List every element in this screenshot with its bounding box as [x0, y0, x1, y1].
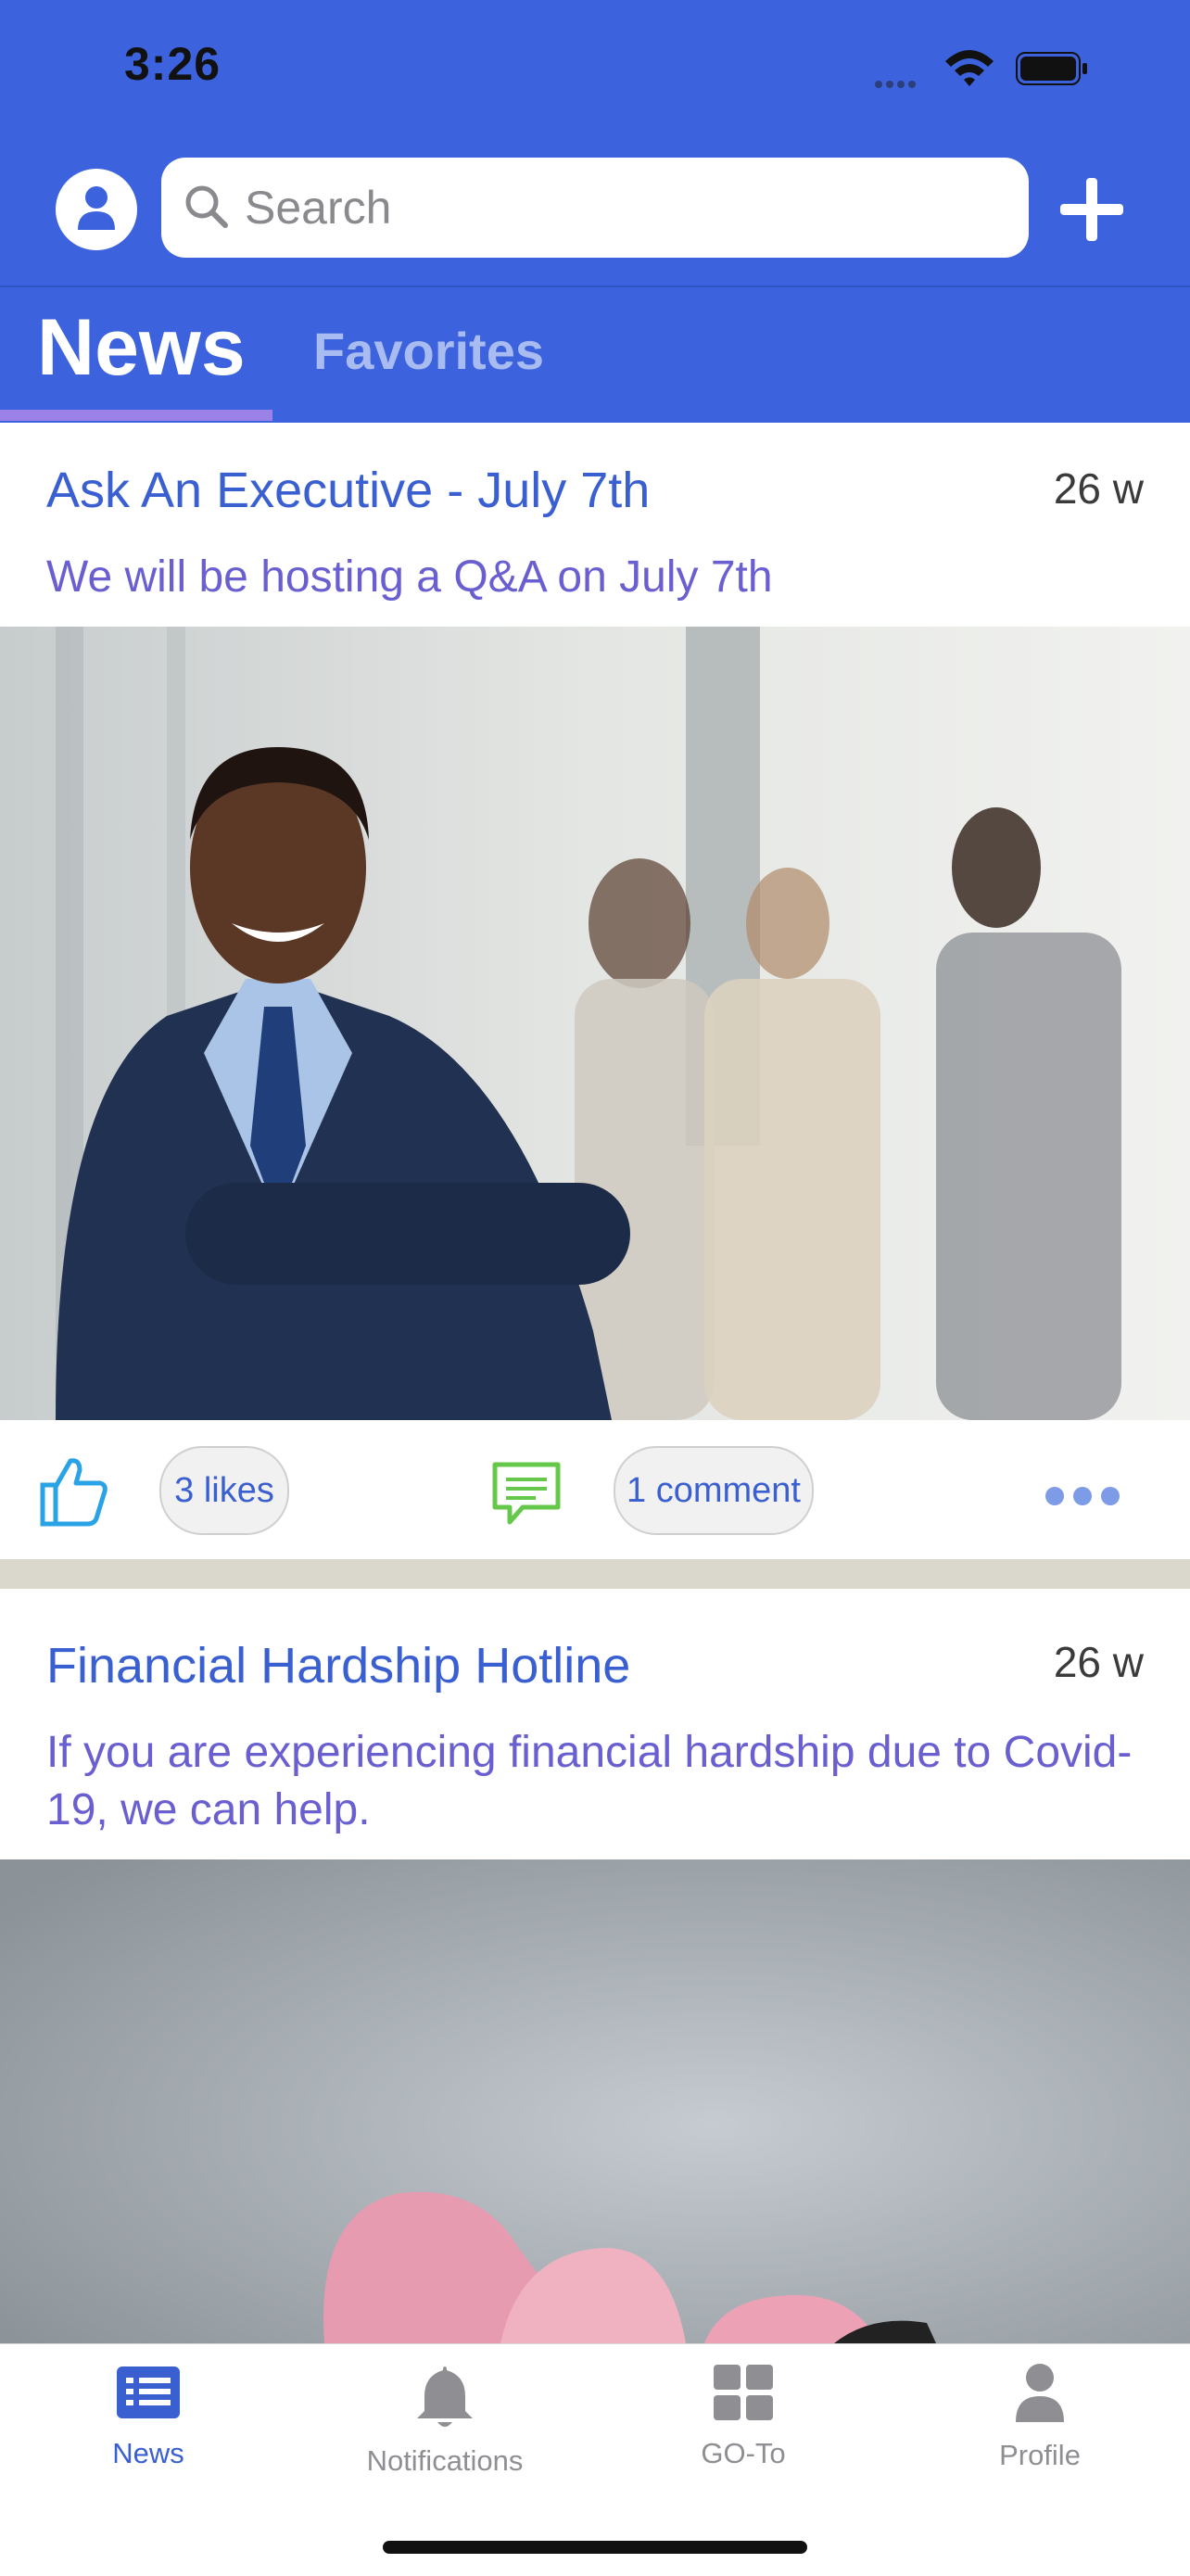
battery-icon	[1016, 52, 1087, 85]
header-divider	[0, 286, 1190, 287]
post-age: 26 w	[1053, 1638, 1144, 1686]
home-indicator	[383, 2541, 807, 2554]
nav-goto[interactable]: GO-To	[595, 2363, 892, 2470]
nav-profile[interactable]: Profile	[892, 2363, 1188, 2472]
nav-profile-label: Profile	[999, 2439, 1081, 2471]
post-title[interactable]: Ask An Executive - July 7th	[46, 462, 650, 519]
piggy-bank-photo	[0, 1859, 1190, 2343]
nav-notifications[interactable]: Notifications	[297, 2363, 593, 2478]
news-icon	[117, 2367, 180, 2418]
post-actions: 3 likes 1 comment	[0, 1420, 1190, 1559]
cellular-signal-icon	[875, 76, 919, 93]
likes-count-button[interactable]: 3 likes	[159, 1446, 289, 1535]
thumbs-up-icon[interactable]	[37, 1453, 109, 1528]
post-image[interactable]	[0, 1859, 1190, 2343]
post-age: 26 w	[1053, 464, 1144, 513]
person-icon	[1016, 2364, 1064, 2422]
bell-icon	[417, 2367, 473, 2427]
search-bar[interactable]	[161, 158, 1029, 258]
status-time: 3:26	[124, 38, 222, 90]
nav-news[interactable]: News	[0, 2363, 297, 2470]
post-image[interactable]	[0, 627, 1190, 1420]
nav-notifications-label: Notifications	[366, 2444, 524, 2477]
nav-news-label: News	[112, 2437, 184, 2469]
active-tab-indicator	[0, 410, 272, 421]
grid-icon	[714, 2365, 773, 2420]
post-title[interactable]: Financial Hardship Hotline	[46, 1637, 630, 1694]
executive-photo	[0, 627, 1190, 1420]
nav-goto-label: GO-To	[701, 2437, 786, 2469]
wifi-icon	[945, 50, 994, 86]
account-avatar-button[interactable]	[56, 169, 137, 250]
comments-count-button[interactable]: 1 comment	[614, 1446, 814, 1535]
add-post-button[interactable]	[1057, 174, 1127, 245]
person-icon	[78, 186, 115, 230]
search-icon	[185, 185, 228, 228]
status-indicators	[875, 41, 1190, 96]
search-input[interactable]	[243, 174, 1006, 241]
bottom-tab-bar: News Notifications GO-To Profile	[0, 2343, 1190, 2576]
top-header: 3:26 News Favorites	[0, 0, 1190, 423]
tab-favorites[interactable]: Favorites	[313, 321, 544, 381]
post-subtitle: We will be hosting a Q&A on July 7th	[46, 552, 773, 602]
post-separator	[0, 1559, 1190, 1589]
comment-icon[interactable]	[489, 1459, 563, 1528]
more-options-icon[interactable]	[1044, 1485, 1121, 1507]
post-subtitle: If you are experiencing financial hardsh…	[46, 1728, 1133, 1834]
tab-news[interactable]: News	[37, 302, 246, 394]
